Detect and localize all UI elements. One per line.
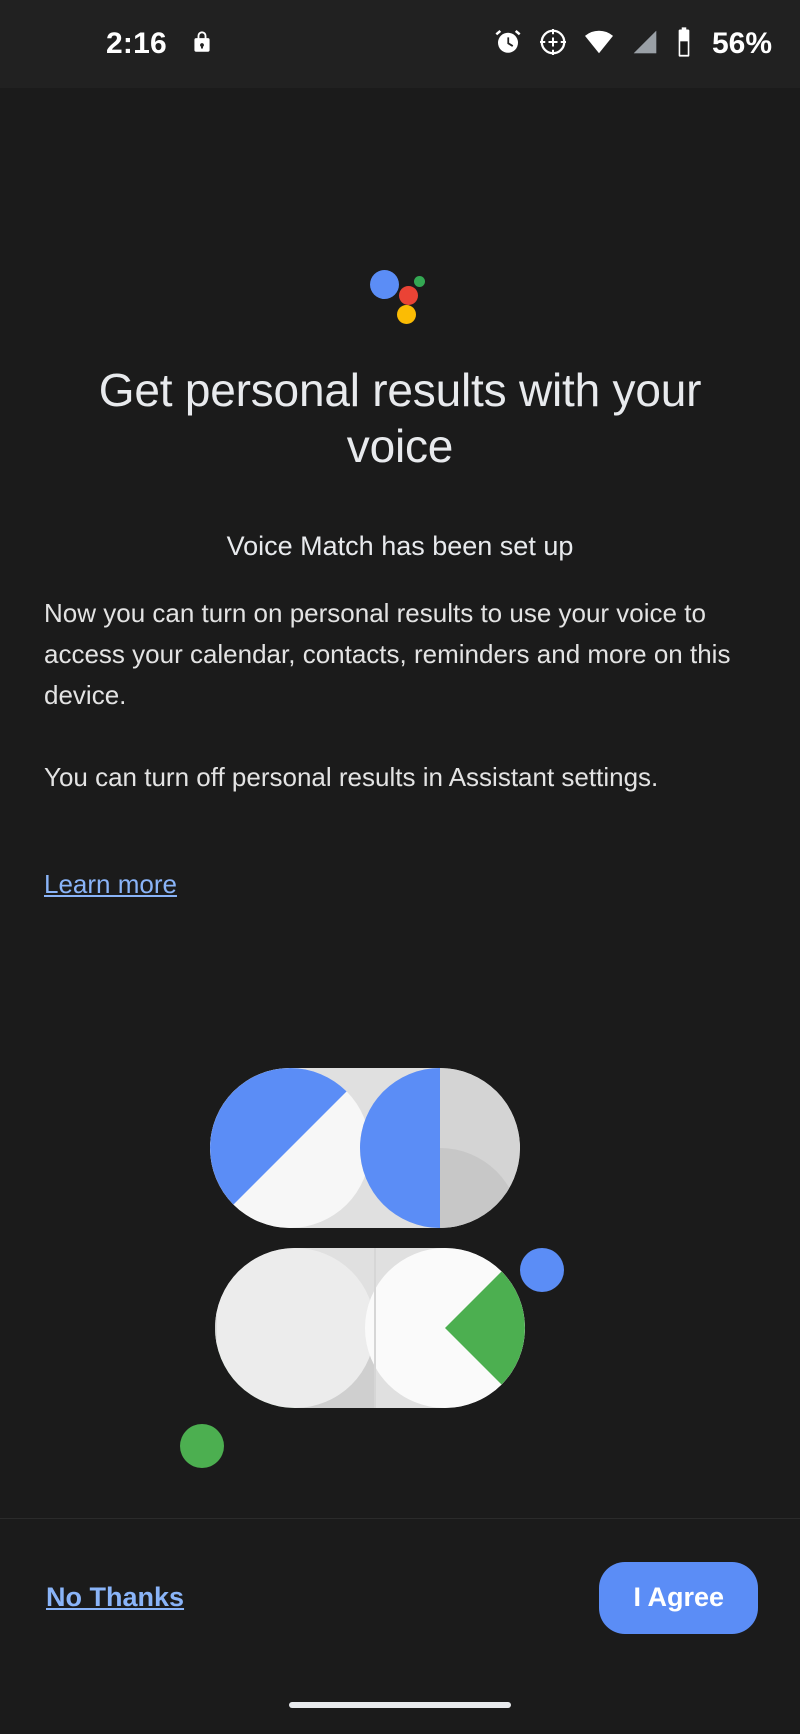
body-paragraph-1: Now you can turn on personal results to … xyxy=(44,598,731,710)
learn-more-link[interactable]: Learn more xyxy=(44,866,177,902)
assistant-dot-yellow xyxy=(397,305,416,324)
battery-icon xyxy=(675,26,693,63)
status-bar-clock: 2:16 xyxy=(106,27,167,60)
lock-icon xyxy=(189,27,215,62)
assistant-dot-green xyxy=(414,276,425,287)
assistant-dot-red xyxy=(399,286,418,305)
wifi-icon xyxy=(583,27,615,62)
i-agree-button[interactable]: I Agree xyxy=(599,1561,758,1634)
illustration-green-dot xyxy=(180,1424,224,1468)
no-thanks-button[interactable]: No Thanks xyxy=(42,1570,188,1625)
phone-screen: 2:16 56% Get personal results with your … xyxy=(0,0,800,1734)
body-text: Now you can turn on personal results to … xyxy=(44,593,756,798)
illustration-blue-dot xyxy=(520,1248,564,1292)
page-subtitle: Voice Match has been set up xyxy=(226,531,574,561)
main-content: Get personal results with your voice Voi… xyxy=(0,88,800,1518)
alarm-icon xyxy=(493,27,523,62)
location-crosshair-icon xyxy=(538,27,568,62)
google-assistant-logo xyxy=(0,260,800,324)
body-paragraph-2: You can turn off personal results in Ass… xyxy=(44,762,659,792)
system-navigation-bar xyxy=(0,1676,800,1734)
battery-percent-label: 56% xyxy=(711,27,772,60)
cell-signal-icon xyxy=(630,27,660,62)
status-bar-left: 2:16 xyxy=(0,27,215,62)
status-bar: 2:16 56% xyxy=(0,0,800,88)
page-title: Get personal results with your voice xyxy=(98,364,702,472)
status-bar-right: 56% xyxy=(493,26,772,63)
assistant-dot-blue xyxy=(370,270,399,299)
home-gesture-indicator[interactable] xyxy=(289,1702,511,1708)
voice-match-illustration xyxy=(170,1048,570,1468)
footer-action-bar: No Thanks I Agree xyxy=(0,1518,800,1676)
